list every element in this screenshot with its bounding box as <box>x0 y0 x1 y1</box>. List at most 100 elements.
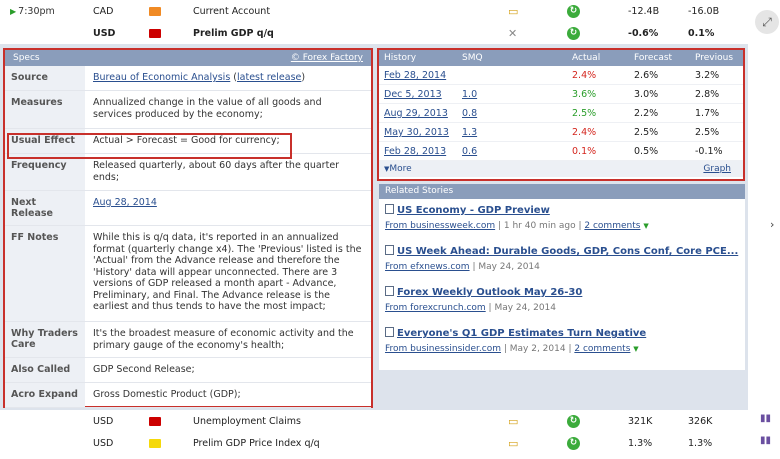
spec-row-why-traders-care: Why Traders Care It's the broadest measu… <box>5 322 371 358</box>
next-release-link[interactable]: Aug 28, 2014 <box>93 197 157 208</box>
story-time: May 2, 2014 <box>509 344 566 354</box>
story-comments-link[interactable]: 2 comments <box>574 344 630 354</box>
calendar-row-usd-prelim-gdp[interactable]: USD Prelim GDP q/q ✕ ↻ -0.6% 0.1% <box>0 22 748 44</box>
story-item: Forex Weekly Outlook May 26-30 From fore… <box>379 281 745 322</box>
event-currency: USD <box>93 437 114 449</box>
story-source-link[interactable]: From efxnews.com <box>385 262 470 272</box>
history-smq-link[interactable]: 0.6 <box>462 146 477 157</box>
history-row: Dec 5, 2013 1.0 3.6% 3.0% 2.8% <box>379 85 743 104</box>
expand-icon[interactable]: ⤢ <box>755 10 779 34</box>
history-footer: ▼More Graph <box>379 161 743 177</box>
event-currency: CAD <box>93 5 114 17</box>
calendar-row-usd-prelim-gdp-price-index[interactable]: USD Prelim GDP Price Index q/q ▭ ↻ 1.3% … <box>0 432 748 454</box>
more-button[interactable]: ▼More <box>384 164 412 174</box>
spec-value: Gross Domestic Product (GDP); <box>93 389 241 400</box>
bar-chart-icon[interactable]: ▮▮ <box>760 413 771 424</box>
graph-icon[interactable]: ↻ <box>567 26 580 40</box>
history-smq-link[interactable]: 0.8 <box>462 108 477 119</box>
story-meta: From businessinsider.com | May 2, 2014 |… <box>385 344 639 354</box>
next-event-arrow-icon: ▶ <box>10 6 17 16</box>
story-title: Everyone's Q1 GDP Estimates Turn Negativ… <box>385 327 739 339</box>
calendar-row-usd-unemployment-claims[interactable]: USD Unemployment Claims ▭ ↻ 321K 326K <box>0 410 748 432</box>
spec-label: Also Called <box>5 358 85 382</box>
spec-value: While this is q/q data, it's reported in… <box>93 232 362 312</box>
folder-icon[interactable]: ▭ <box>508 437 518 450</box>
story-link[interactable]: US Week Ahead: Durable Goods, GDP, Cons … <box>397 246 738 257</box>
history-smq-link[interactable]: 1.0 <box>462 89 477 100</box>
history-date-link[interactable]: Feb 28, 2014 <box>384 70 446 81</box>
specs-panel: Specs © Forex Factory Source Bureau of E… <box>3 48 373 408</box>
folder-icon[interactable]: ▭ <box>508 5 518 18</box>
document-icon <box>385 245 394 255</box>
triangle-down-icon: ▼ <box>643 222 649 230</box>
story-link[interactable]: US Economy - GDP Preview <box>397 205 550 216</box>
story-source-link[interactable]: From forexcrunch.com <box>385 303 486 313</box>
history-date-link[interactable]: Dec 5, 2013 <box>384 89 442 100</box>
impact-flag-icon <box>149 6 161 16</box>
event-title[interactable]: Prelim GDP Price Index q/q <box>193 438 320 449</box>
graph-icon[interactable]: ↻ <box>567 4 580 18</box>
story-meta: From efxnews.com | May 24, 2014 <box>385 262 540 272</box>
graph-link[interactable]: Graph <box>703 164 731 174</box>
related-stories-panel: Related Stories US Economy - GDP Preview… <box>379 184 745 370</box>
history-forecast: 3.0% <box>634 89 659 100</box>
graph-icon[interactable]: ↻ <box>567 436 580 450</box>
event-forecast: -16.0B <box>688 5 720 17</box>
story-meta: From forexcrunch.com | May 24, 2014 <box>385 303 556 313</box>
impact-flag-icon <box>149 438 161 448</box>
related-header: Related Stories <box>379 184 745 199</box>
spec-label: Source <box>5 66 85 90</box>
history-date-link[interactable]: May 30, 2013 <box>384 127 449 138</box>
graph-icon[interactable]: ↻ <box>567 414 580 428</box>
document-icon <box>385 286 394 296</box>
history-actual: 3.6% <box>572 89 597 100</box>
document-icon <box>385 327 394 337</box>
history-smq-link[interactable]: 1.3 <box>462 127 477 138</box>
story-comments-link[interactable]: 2 comments <box>584 221 640 231</box>
story-time: May 24, 2014 <box>494 303 556 313</box>
spec-value: It's the broadest measure of economic ac… <box>93 328 354 351</box>
history-previous: 2.5% <box>695 127 720 138</box>
history-date-link[interactable]: Feb 28, 2013 <box>384 146 446 157</box>
story-title: US Economy - GDP Preview <box>385 204 739 216</box>
spec-value: Released quarterly, about 60 days after … <box>93 160 340 183</box>
history-forecast: 0.5% <box>634 146 659 157</box>
story-source-link[interactable]: From businessweek.com <box>385 221 495 231</box>
history-actual: 0.1% <box>572 146 597 157</box>
spec-label: Why Traders Care <box>5 322 85 357</box>
event-title[interactable]: Prelim GDP q/q <box>193 28 274 39</box>
forex-factory-link[interactable]: © Forex Factory <box>291 53 363 63</box>
impact-flag-icon <box>149 416 161 426</box>
specs-header: Specs © Forex Factory <box>5 50 371 66</box>
spec-label: Frequency <box>5 154 85 190</box>
folder-icon[interactable]: ▭ <box>508 415 518 428</box>
spec-row-ff-notes: FF Notes While this is q/q data, it's re… <box>5 226 371 322</box>
spec-value: GDP Second Release; <box>93 364 195 375</box>
history-previous: -0.1% <box>695 146 723 157</box>
spec-value: Bureau of Economic Analysis (latest rele… <box>93 72 306 83</box>
close-detail-icon[interactable]: ✕ <box>508 27 517 40</box>
source-link[interactable]: Bureau of Economic Analysis <box>93 72 230 83</box>
story-link[interactable]: Everyone's Q1 GDP Estimates Turn Negativ… <box>397 328 646 339</box>
event-title[interactable]: Unemployment Claims <box>193 416 301 427</box>
right-edge: ⤢ › ▮▮ ▮▮ <box>748 0 780 459</box>
event-title[interactable]: Current Account <box>193 6 270 17</box>
calendar-row-cad-current-account[interactable]: ▶ 7:30pm CAD Current Account ▭ ↻ -12.4B -… <box>0 0 748 22</box>
bar-chart-icon[interactable]: ▮▮ <box>760 435 771 446</box>
chevron-right-icon[interactable]: › <box>770 218 774 231</box>
story-link[interactable]: Forex Weekly Outlook May 26-30 <box>397 287 582 298</box>
latest-release-link[interactable]: latest release <box>237 72 301 83</box>
event-actual: 1.3% <box>628 437 653 449</box>
usual-effect-highlight <box>7 133 292 159</box>
event-forecast: 326K <box>688 415 713 427</box>
story-time: May 24, 2014 <box>478 262 540 272</box>
col-smq: SMQ <box>462 53 483 63</box>
history-date-link[interactable]: Aug 29, 2013 <box>384 108 448 119</box>
story-source-link[interactable]: From businessinsider.com <box>385 344 501 354</box>
story-meta: From businessweek.com | 1 hr 40 min ago … <box>385 221 649 231</box>
history-forecast: 2.6% <box>634 70 659 81</box>
history-previous: 2.8% <box>695 89 720 100</box>
spec-row-acro-expand: Acro Expand Gross Domestic Product (GDP)… <box>5 383 371 408</box>
spec-label: Acro Expand <box>5 383 85 407</box>
col-previous: Previous <box>695 53 734 63</box>
